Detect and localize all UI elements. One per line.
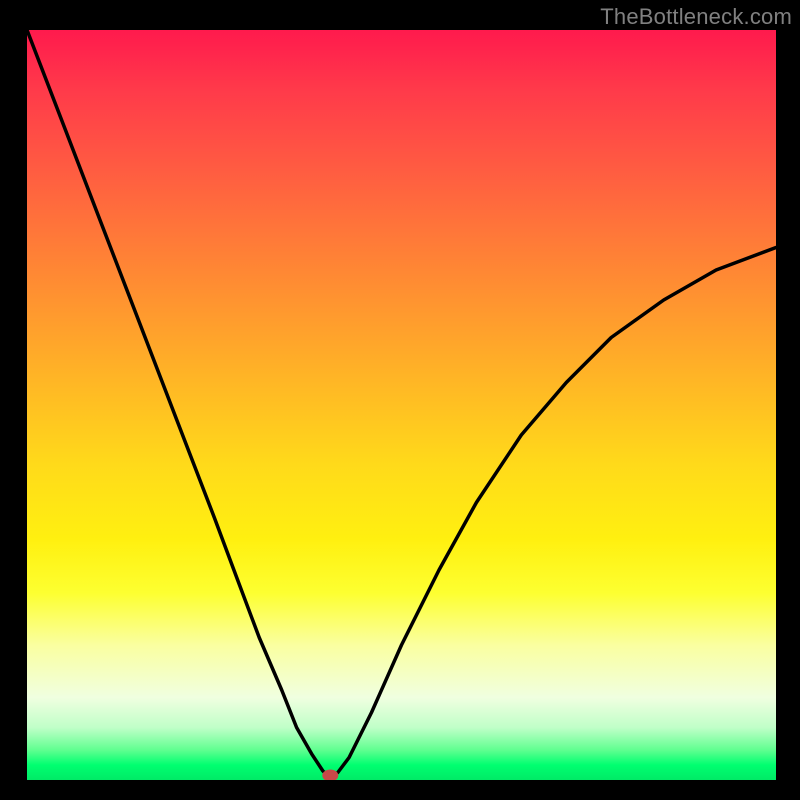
- bottleneck-curve: [27, 30, 776, 778]
- watermark-text: TheBottleneck.com: [600, 4, 792, 30]
- plot-svg: [27, 30, 776, 780]
- chart-area: [27, 30, 776, 780]
